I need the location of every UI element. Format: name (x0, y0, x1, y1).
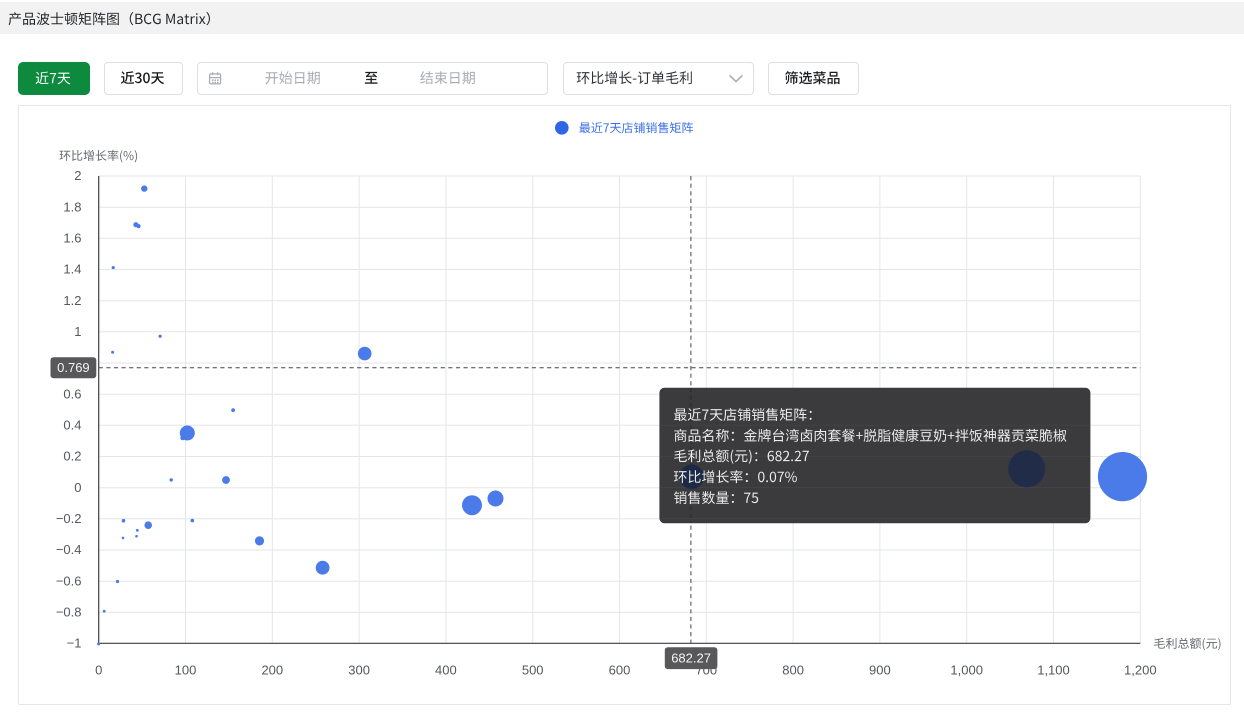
svg-text:−1: −1 (67, 636, 82, 651)
svg-text:0.769: 0.769 (57, 360, 90, 375)
svg-text:1.6: 1.6 (63, 231, 81, 246)
svg-text:200: 200 (261, 662, 283, 677)
svg-text:600: 600 (609, 662, 631, 677)
svg-text:1,100: 1,100 (1037, 662, 1070, 677)
svg-text:1.2: 1.2 (63, 293, 81, 308)
svg-text:800: 800 (782, 662, 804, 677)
svg-text:1,200: 1,200 (1124, 662, 1157, 677)
svg-text:0: 0 (74, 480, 81, 495)
svg-text:0.6: 0.6 (63, 386, 81, 401)
svg-text:−0.4: −0.4 (56, 542, 82, 557)
svg-text:100: 100 (175, 662, 197, 677)
svg-text:−0.2: −0.2 (56, 511, 82, 526)
svg-text:400: 400 (435, 662, 457, 677)
svg-text:1,000: 1,000 (950, 662, 983, 677)
svg-text:500: 500 (522, 662, 544, 677)
svg-text:2: 2 (74, 168, 81, 183)
svg-text:1.8: 1.8 (63, 199, 81, 214)
svg-text:−0.8: −0.8 (56, 605, 82, 620)
svg-text:300: 300 (348, 662, 370, 677)
svg-text:682.27: 682.27 (671, 651, 711, 666)
svg-text:−0.6: −0.6 (56, 573, 82, 588)
svg-text:1: 1 (74, 324, 81, 339)
svg-text:1.4: 1.4 (63, 262, 81, 277)
svg-text:900: 900 (869, 662, 891, 677)
svg-text:0.2: 0.2 (63, 449, 81, 464)
svg-text:0: 0 (95, 662, 102, 677)
svg-text:0.4: 0.4 (63, 418, 81, 433)
